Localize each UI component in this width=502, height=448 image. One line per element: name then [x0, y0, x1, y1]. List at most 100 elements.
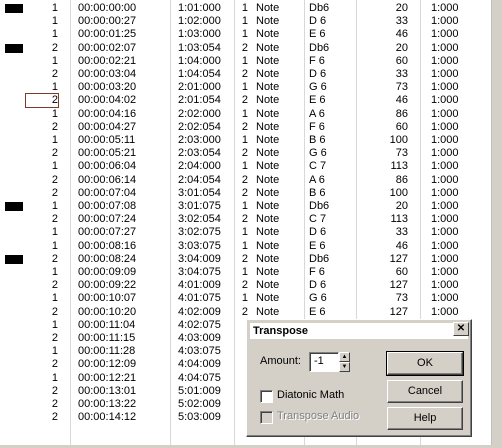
channel-cell: 1 [51, 345, 58, 358]
table-row[interactable]: 1 00:00:06:04 2:04:000 1 Note C 7 113 1:000 [0, 160, 492, 173]
table-row[interactable]: 2 00:00:03:04 1:04:054 2 Note D 6 33 1:000 [0, 68, 492, 81]
table-row[interactable]: 1 00:00:02:21 1:04:000 1 Note F 6 60 1:000 [0, 55, 492, 68]
measure-cell: 3:04:075 [178, 266, 221, 278]
channel-cell: 2 [51, 279, 58, 292]
velocity-cell: 60 [395, 266, 408, 278]
velocity-cell: 127 [389, 279, 408, 292]
table-row[interactable]: 1 00:00:00:27 1:02:000 1 Note D 6 33 1:000 [0, 15, 492, 28]
channel-cell: 1 [51, 266, 58, 278]
track-cell: 2 [241, 186, 248, 199]
time-cell: 00:00:09:09 [78, 266, 137, 278]
table-row[interactable]: 2 00:00:04:27 2:02:054 2 Note F 6 60 1:000 [0, 121, 492, 134]
time-cell: 00:00:06:04 [78, 160, 137, 173]
vertical-scrollbar[interactable] [491, 0, 502, 448]
track-cell: 2 [241, 41, 248, 54]
measure-cell: 2:02:054 [178, 120, 221, 133]
duration-cell: 1:000 [431, 15, 459, 28]
note-cell: D 6 [309, 15, 327, 28]
amount-input[interactable]: -1 [309, 352, 339, 372]
measure-cell: 5:03:009 [178, 411, 221, 424]
duration-cell: 1:000 [431, 120, 459, 133]
duration-cell: 1:000 [431, 239, 459, 252]
help-button[interactable]: Help [387, 407, 463, 430]
measure-cell: 4:02:075 [178, 318, 221, 331]
table-row[interactable]: 2 00:00:07:04 3:01:054 2 Note B 6 100 1:000 [0, 187, 492, 200]
table-row[interactable]: 2 00:00:07:24 3:02:054 2 Note C 7 113 1:000 [0, 213, 492, 226]
ok-button[interactable]: OK [386, 351, 464, 376]
time-cell: 00:00:04:27 [78, 120, 137, 133]
channel-cell: 2 [51, 411, 58, 424]
spin-down-icon[interactable]: ▼ [339, 362, 350, 372]
row-marker [5, 43, 23, 53]
time-cell: 00:00:12:09 [78, 358, 137, 371]
measure-cell: 1:02:000 [178, 15, 221, 28]
table-row[interactable]: 2 00:00:04:02 2:01:054 2 Note E 6 46 1:000 [0, 93, 492, 109]
table-row[interactable]: 1 00:00:07:08 3:01:075 1 Note Db6 20 1:000 [0, 200, 492, 213]
time-cell: 00:00:05:21 [78, 147, 137, 160]
table-row[interactable]: 1 00:00:00:00 1:01:000 1 Note Db6 20 1:000 [0, 2, 492, 15]
measure-cell: 1:03:054 [178, 41, 221, 54]
table-row[interactable]: 2 00:00:08:24 3:04:009 2 Note Db6 127 1:000 [0, 253, 492, 266]
channel-cell: 1 [51, 318, 58, 331]
duration-cell: 1:000 [431, 226, 459, 239]
note-cell: Db6 [309, 200, 330, 212]
channel-cell: 1 [51, 134, 58, 146]
note-cell: E 6 [309, 239, 326, 252]
event-type-cell: Note [256, 252, 280, 265]
event-type-cell: Note [256, 2, 280, 14]
transpose-dialog: Transpose ✕ Amount: -1 ▲ ▼ Diatonic Math… [246, 319, 472, 437]
table-row[interactable]: 1 00:00:04:16 2:02:000 1 Note A 6 86 1:000 [0, 108, 492, 121]
amount-spinner[interactable]: ▲ ▼ [339, 352, 350, 372]
table-row[interactable]: 2 00:00:02:07 1:03:054 2 Note Db6 20 1:000 [0, 42, 492, 55]
measure-cell: 4:01:009 [178, 279, 221, 292]
table-row[interactable]: 1 00:00:08:16 3:03:075 1 Note E 6 46 1:000 [0, 240, 492, 253]
table-row[interactable]: 1 00:00:07:27 3:02:075 1 Note D 6 33 1:000 [0, 226, 492, 239]
spin-up-icon[interactable]: ▲ [339, 352, 350, 362]
duration-cell: 1:000 [431, 200, 459, 212]
cancel-button[interactable]: Cancel [387, 380, 463, 403]
channel-cell: 1 [51, 28, 58, 41]
transpose-audio-label: Transpose Audio [277, 410, 360, 422]
velocity-cell: 113 [390, 213, 408, 226]
duration-cell: 1:000 [431, 147, 459, 160]
velocity-cell: 46 [395, 239, 408, 252]
velocity-cell: 73 [395, 292, 408, 305]
event-type-cell: Note [256, 292, 280, 305]
table-row[interactable]: 2 00:00:06:14 2:04:054 2 Note A 6 86 1:000 [0, 174, 492, 187]
velocity-cell: 60 [395, 120, 408, 133]
track-cell: 2 [241, 279, 248, 292]
note-cell: Db6 [309, 41, 330, 54]
time-cell: 00:00:05:11 [78, 134, 136, 146]
duration-cell: 1:000 [431, 213, 459, 226]
note-cell: A 6 [309, 107, 325, 120]
track-cell: 1 [241, 292, 248, 305]
table-row[interactable]: 1 00:00:05:11 2:03:000 1 Note B 6 100 1:000 [0, 134, 492, 147]
velocity-cell: 100 [389, 186, 408, 199]
table-row[interactable]: 1 00:00:03:20 2:01:000 1 Note G 6 73 1:000 [0, 81, 492, 94]
channel-cell: 2 [51, 305, 58, 318]
event-type-cell: Note [256, 200, 280, 212]
channel-cell: 1 [51, 54, 58, 67]
measure-cell: 4:04:009 [178, 358, 221, 371]
diatonic-math-checkbox[interactable] [260, 390, 273, 403]
table-row[interactable]: 1 00:00:01:25 1:03:000 1 Note E 6 46 1:000 [0, 28, 492, 41]
table-row[interactable]: 2 00:00:10:20 4:02:009 2 Note E 6 127 1:000 [0, 306, 492, 319]
event-type-cell: Note [256, 305, 280, 318]
track-cell: 2 [241, 213, 248, 226]
table-row[interactable]: 2 00:00:09:22 4:01:009 2 Note D 6 127 1:000 [0, 279, 492, 292]
track-cell: 1 [241, 266, 248, 278]
event-type-cell: Note [256, 134, 280, 146]
velocity-cell: 33 [395, 68, 408, 80]
close-icon[interactable]: ✕ [453, 322, 469, 336]
table-row[interactable]: 2 00:00:05:21 2:03:054 2 Note G 6 73 1:000 [0, 147, 492, 160]
table-row[interactable]: 1 00:00:10:07 4:01:075 1 Note G 6 73 1:000 [0, 292, 492, 305]
dialog-title-bar[interactable]: Transpose [250, 323, 468, 339]
time-cell: 00:00:08:16 [78, 239, 137, 252]
time-cell: 00:00:00:00 [78, 2, 137, 14]
measure-cell: 3:02:054 [178, 213, 221, 226]
event-type-cell: Note [256, 213, 280, 226]
table-row[interactable]: 1 00:00:09:09 3:04:075 1 Note F 6 60 1:000 [0, 266, 492, 279]
measure-cell: 3:03:075 [178, 239, 221, 252]
transpose-audio-checkbox [260, 411, 273, 424]
time-cell: 00:00:00:27 [78, 15, 137, 28]
